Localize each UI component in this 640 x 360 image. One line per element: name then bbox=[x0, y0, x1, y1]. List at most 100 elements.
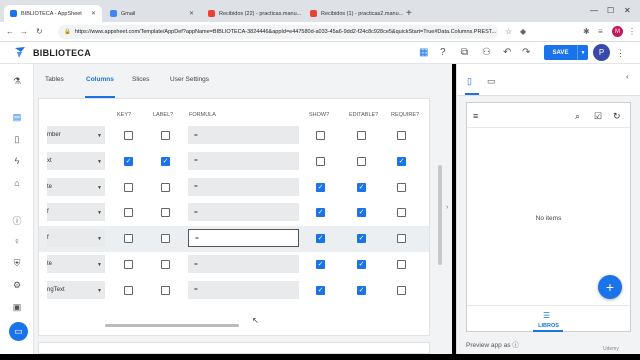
require-checkbox[interactable] bbox=[397, 131, 406, 140]
phone-preview-icon[interactable]: ▯ bbox=[467, 76, 472, 87]
require-checkbox[interactable] bbox=[397, 208, 406, 218]
save-button[interactable]: SAVE ▼ bbox=[544, 45, 588, 60]
editable-checkbox[interactable]: ✓ bbox=[357, 208, 366, 218]
help-icon[interactable]: ? bbox=[440, 47, 446, 58]
editable-checkbox[interactable] bbox=[357, 156, 366, 166]
label-checkbox[interactable] bbox=[161, 131, 170, 140]
info-icon[interactable]: ⓘ bbox=[11, 214, 23, 227]
close-tab-icon[interactable]: ✕ bbox=[91, 10, 96, 17]
info-icon[interactable]: ⓘ bbox=[512, 342, 519, 349]
reload-icon[interactable]: ↻ bbox=[36, 27, 43, 36]
tablet-preview-icon[interactable]: ▭ bbox=[487, 76, 496, 87]
browser-tab-inbox-2[interactable]: Recibidos (1) - practicas2.manu... ✕ bbox=[304, 5, 404, 22]
data-icon[interactable]: ▤ bbox=[11, 112, 23, 123]
label-checkbox[interactable] bbox=[161, 182, 170, 192]
more-vert-icon[interactable]: ⋮ bbox=[616, 48, 625, 59]
formula-input[interactable]: = bbox=[188, 229, 299, 248]
key-checkbox[interactable] bbox=[124, 182, 133, 192]
formula-input[interactable]: = bbox=[188, 203, 299, 222]
key-checkbox[interactable] bbox=[124, 131, 133, 140]
require-checkbox[interactable]: ✓ bbox=[397, 156, 406, 166]
show-checkbox[interactable] bbox=[316, 156, 325, 166]
key-checkbox[interactable] bbox=[124, 208, 133, 218]
add-item-button[interactable]: + bbox=[598, 275, 622, 299]
tab-user-settings[interactable]: User Settings bbox=[170, 76, 209, 83]
user-avatar[interactable]: P bbox=[593, 44, 610, 61]
close-window-icon[interactable]: ✕ bbox=[624, 6, 631, 15]
key-checkbox[interactable] bbox=[124, 285, 133, 295]
new-tab-button[interactable]: + bbox=[406, 8, 412, 19]
chat-icon[interactable]: ▭ bbox=[9, 322, 28, 341]
column-type-select[interactable]: te ▼ bbox=[47, 255, 105, 273]
require-checkbox[interactable] bbox=[397, 234, 406, 244]
formula-input[interactable]: = bbox=[188, 280, 299, 299]
key-checkbox[interactable] bbox=[124, 260, 133, 269]
share-icon[interactable]: ⧉ bbox=[461, 47, 468, 58]
chevron-right-icon[interactable]: › bbox=[446, 204, 448, 211]
browser-tab-inbox-1[interactable]: Recibidos (22) - practicas.manu... ✕ bbox=[202, 5, 302, 22]
close-tab-icon[interactable]: ✕ bbox=[189, 10, 194, 17]
horizontal-scrollbar[interactable] bbox=[105, 324, 239, 327]
bookmark-star-icon[interactable]: ☆ bbox=[505, 27, 512, 36]
tab-columns[interactable]: Columns bbox=[86, 76, 114, 83]
ux-phone-icon[interactable]: ▯ bbox=[11, 134, 23, 145]
require-checkbox[interactable] bbox=[397, 285, 406, 295]
key-checkbox[interactable] bbox=[124, 234, 133, 244]
address-bar[interactable]: 🔒 https://www.appsheet.com/Template/AppD… bbox=[58, 25, 498, 39]
list-icon[interactable]: ☰ bbox=[543, 311, 550, 320]
redo-icon[interactable]: ↷ bbox=[522, 47, 530, 58]
column-type-select[interactable]: ngText ▼ bbox=[47, 280, 105, 299]
key-checkbox[interactable]: ✓ bbox=[124, 156, 133, 166]
puzzle-icon[interactable]: ✱ bbox=[583, 27, 590, 36]
security-shield-icon[interactable]: ⛨ bbox=[11, 258, 23, 269]
editable-checkbox[interactable]: ✓ bbox=[357, 285, 366, 295]
extension-icon[interactable]: ◆ bbox=[520, 27, 526, 36]
nav-item-libros[interactable]: LIBROS bbox=[467, 323, 630, 329]
tab-tables[interactable]: Tables bbox=[45, 76, 64, 83]
editable-checkbox[interactable]: ✓ bbox=[357, 234, 366, 244]
require-checkbox[interactable] bbox=[397, 260, 406, 269]
label-checkbox[interactable] bbox=[161, 234, 170, 244]
editable-checkbox[interactable]: ✓ bbox=[357, 260, 366, 269]
show-checkbox[interactable]: ✓ bbox=[316, 182, 325, 192]
calendar-icon[interactable]: ▦ bbox=[419, 47, 428, 58]
maximize-icon[interactable]: ☐ bbox=[607, 6, 614, 15]
show-checkbox[interactable]: ✓ bbox=[316, 285, 325, 295]
back-icon[interactable]: ← bbox=[6, 27, 14, 36]
browser-menu-icon[interactable]: ⋮ bbox=[628, 27, 636, 36]
column-type-select[interactable]: xt ▼ bbox=[47, 151, 105, 170]
formula-input[interactable]: = bbox=[188, 151, 299, 170]
intelligence-bulb-icon[interactable]: ♀ bbox=[11, 236, 23, 246]
label-checkbox[interactable] bbox=[161, 260, 170, 269]
show-checkbox[interactable] bbox=[316, 131, 325, 140]
browser-tab-appsheet[interactable]: BIBLIOTECA - AppSheet ✕ bbox=[4, 5, 102, 22]
forward-icon[interactable]: → bbox=[20, 27, 28, 36]
preview-as-label[interactable]: Preview app as ⓘ bbox=[466, 339, 519, 349]
column-type-select[interactable]: mber ▼ bbox=[47, 126, 105, 144]
settings-gear-icon[interactable]: ⚙ bbox=[11, 280, 23, 291]
tab-slices[interactable]: Slices bbox=[132, 76, 149, 83]
editable-checkbox[interactable] bbox=[357, 131, 366, 140]
show-checkbox[interactable]: ✓ bbox=[316, 234, 325, 244]
chevron-down-icon[interactable]: ▼ bbox=[577, 45, 588, 60]
label-checkbox[interactable]: ✓ bbox=[161, 156, 170, 166]
column-type-select[interactable]: f ▼ bbox=[47, 203, 105, 222]
select-checkbox-icon[interactable]: ☑ bbox=[594, 111, 602, 122]
label-checkbox[interactable] bbox=[161, 208, 170, 218]
browser-tab-gmail[interactable]: Gmail ✕ bbox=[104, 5, 200, 22]
formula-input[interactable]: = bbox=[188, 126, 299, 144]
ideas-icon[interactable]: ⚗ bbox=[11, 76, 23, 87]
sync-icon[interactable]: ↻ bbox=[613, 111, 621, 122]
sort-icon[interactable]: ≡ bbox=[473, 111, 478, 121]
behavior-bolt-icon[interactable]: ϟ bbox=[11, 156, 23, 166]
automation-icon[interactable]: ⌂ bbox=[11, 178, 23, 188]
show-checkbox[interactable]: ✓ bbox=[316, 260, 325, 269]
chevron-left-icon[interactable]: ‹ bbox=[626, 72, 629, 81]
manage-icon[interactable]: ▣ bbox=[11, 302, 23, 313]
undo-icon[interactable]: ↶ bbox=[503, 47, 511, 58]
browser-profile-avatar[interactable]: M bbox=[612, 26, 623, 37]
column-type-select[interactable]: te ▼ bbox=[47, 177, 105, 196]
vertical-scrollbar[interactable] bbox=[438, 165, 442, 265]
search-icon[interactable]: ⌕ bbox=[575, 111, 580, 122]
formula-input[interactable]: = bbox=[188, 255, 299, 273]
